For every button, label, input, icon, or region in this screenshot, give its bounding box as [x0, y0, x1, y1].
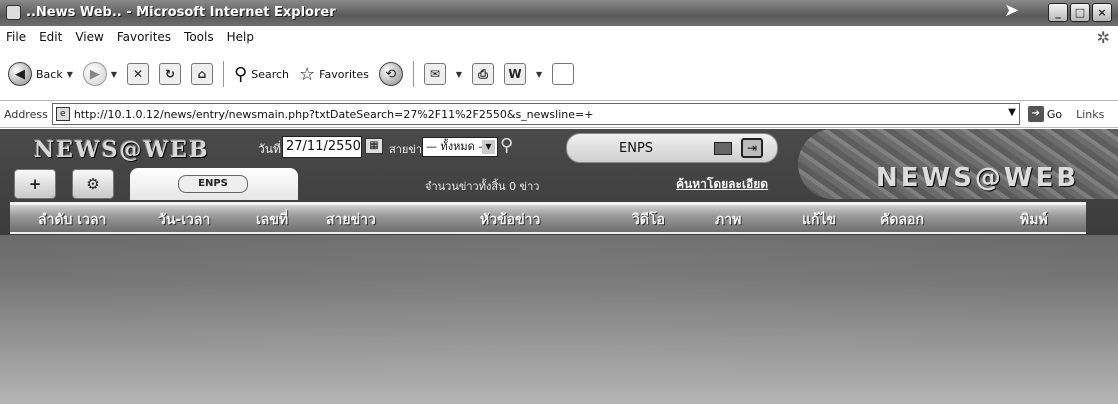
page-content: NEWS@WEB NEWS@WEB วันที่ 27/11/2550 ▦ สา…: [0, 129, 1118, 404]
address-label: Address: [4, 107, 48, 121]
menu-tools[interactable]: Tools: [184, 30, 214, 44]
search-button[interactable]: ⚲ Search: [234, 64, 289, 85]
user-panel: ENPS ⇥: [566, 133, 778, 163]
table-header: ลำดับ เวลา วัน-เวลา เลขที่ สายข่าว หัวข้…: [10, 202, 1086, 234]
chevron-down-icon: ▼: [482, 140, 495, 154]
news-line-value: — ทั้งหมด —: [426, 140, 490, 153]
column-header[interactable]: วัน-เวลา: [158, 209, 210, 231]
browser-toolbar: ◀ Back ▼ ▶ ▼ ✕ ↻ ⌂ ⚲ Search ☆ Favorites …: [0, 48, 1118, 100]
star-icon: ☆: [299, 63, 316, 85]
column-header[interactable]: สายข่าว: [326, 209, 376, 231]
ie-icon: [6, 5, 21, 20]
toolbar-separator: [412, 61, 414, 87]
maximize-button[interactable]: □: [1070, 3, 1090, 22]
column-header[interactable]: พิมพ์: [1020, 209, 1048, 231]
site-logo: NEWS@WEB: [34, 137, 210, 163]
go-button[interactable]: ➔ Go: [1027, 106, 1063, 122]
word-edit-icon[interactable]: W: [504, 63, 527, 85]
search-icon: ⚲: [234, 63, 248, 85]
close-button[interactable]: ×: [1092, 3, 1112, 22]
go-arrow-icon: ➔: [1027, 106, 1044, 122]
tab-enps[interactable]: ENPS: [130, 168, 298, 200]
menu-edit[interactable]: Edit: [39, 30, 62, 44]
plus-icon: +: [28, 175, 42, 193]
chevron-down-icon[interactable]: ▼: [1008, 107, 1016, 118]
chevron-down-icon[interactable]: ▼: [111, 70, 117, 79]
add-news-button[interactable]: +: [14, 169, 56, 199]
back-label: Back: [36, 67, 63, 81]
links-button[interactable]: Links: [1076, 108, 1104, 121]
history-icon[interactable]: ⟲: [378, 62, 403, 86]
refresh-icon[interactable]: ↻: [159, 63, 182, 85]
column-header[interactable]: ลำดับ เวลา: [38, 209, 106, 231]
calendar-icon[interactable]: ▦: [365, 138, 383, 154]
enps-tab-label: ENPS: [178, 175, 248, 193]
chevron-down-icon[interactable]: ▼: [536, 70, 542, 79]
favorites-button[interactable]: ☆ Favorites: [299, 64, 369, 85]
column-header[interactable]: หัวข้อข่าว: [480, 209, 540, 231]
user-name: ENPS: [619, 141, 654, 156]
column-header[interactable]: แก้ไข: [802, 209, 836, 231]
menu-file[interactable]: File: [6, 30, 26, 44]
chevron-down-icon[interactable]: ▼: [67, 70, 73, 79]
address-input[interactable]: e http://10.1.0.12/news/entry/newsmain.p…: [51, 103, 1020, 125]
news-line-select[interactable]: — ทั้งหมด — ▼: [422, 137, 498, 157]
window-title: ..News Web.. - Microsoft Internet Explor…: [26, 5, 336, 20]
date-label: วันที่: [258, 142, 281, 156]
discuss-icon[interactable]: [552, 63, 575, 85]
back-button[interactable]: ◀ Back ▼: [8, 62, 73, 86]
brand-logo: NEWS@WEB: [876, 163, 1080, 193]
search-label: Search: [251, 67, 290, 81]
settings-button[interactable]: ⚙: [72, 169, 114, 199]
menu-view[interactable]: View: [75, 30, 103, 44]
address-url: http://10.1.0.12/news/entry/newsmain.php…: [73, 107, 594, 121]
go-label: Go: [1046, 107, 1063, 121]
column-header[interactable]: ภาพ: [715, 209, 741, 231]
forward-button[interactable]: ▶ ▼: [82, 62, 117, 86]
window-title-bar: ..News Web.. - Microsoft Internet Explor…: [0, 0, 1118, 26]
menu-help[interactable]: Help: [227, 30, 254, 44]
user-card-icon: [714, 142, 732, 155]
date-input[interactable]: 27/11/2550: [282, 136, 362, 158]
home-icon[interactable]: ⌂: [191, 63, 214, 85]
tools-icon: ⚙: [86, 175, 100, 193]
minimize-button[interactable]: _: [1048, 3, 1068, 22]
advanced-search-link[interactable]: ค้นหาโดยละเอียด: [676, 175, 768, 194]
stop-icon[interactable]: ✕: [127, 63, 150, 85]
chevron-down-icon[interactable]: ▼: [456, 70, 462, 79]
back-arrow-icon: ◀: [8, 62, 32, 86]
menu-favorites[interactable]: Favorites: [117, 30, 171, 44]
total-news-count: จำนวนข่าวทั้งสิ้น 0 ข่าว: [425, 180, 540, 193]
column-header[interactable]: เลขที่: [256, 209, 288, 231]
menu-bar: File Edit View Favorites Tools Help ✲: [0, 26, 1118, 48]
site-header: NEWS@WEB NEWS@WEB วันที่ 27/11/2550 ▦ สา…: [0, 129, 1118, 235]
windows-flag-icon: ✲: [1096, 28, 1110, 47]
page-icon: e: [55, 107, 70, 121]
mouse-cursor-icon: ➤: [1004, 0, 1020, 21]
search-icon[interactable]: ⚲: [500, 135, 513, 156]
column-header[interactable]: คัดลอก: [880, 209, 924, 231]
print-icon[interactable]: ⎙: [472, 63, 495, 85]
favorites-label: Favorites: [319, 67, 369, 81]
mail-icon[interactable]: ✉: [423, 63, 446, 85]
toolbar-separator: [223, 61, 225, 87]
forward-arrow-icon: ▶: [82, 62, 107, 86]
address-bar: Address e http://10.1.0.12/news/entry/ne…: [0, 100, 1118, 128]
column-header[interactable]: วิดีโอ: [632, 209, 665, 231]
logout-icon[interactable]: ⇥: [741, 138, 763, 158]
